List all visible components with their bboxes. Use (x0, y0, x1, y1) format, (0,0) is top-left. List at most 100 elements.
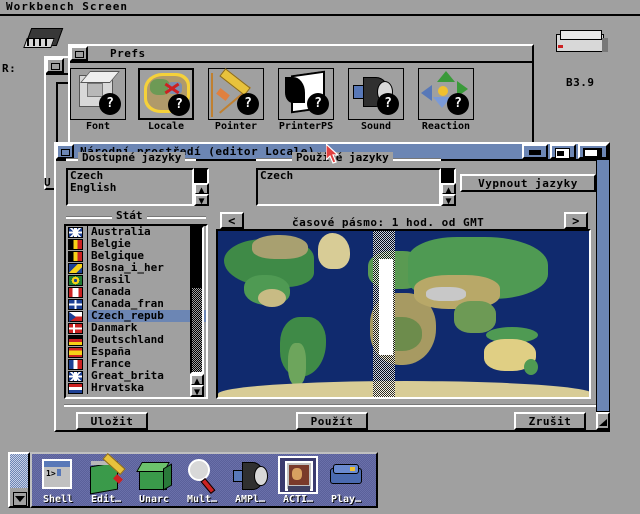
mouse-pointer (325, 142, 344, 166)
country-legend: Stát (112, 210, 147, 222)
reaction-icon: ? (418, 68, 474, 120)
spain-flag (68, 346, 83, 358)
bosnia-flag (68, 262, 83, 274)
cancel-button[interactable]: Zrušit (514, 412, 586, 430)
iconify-gadget[interactable] (522, 144, 548, 159)
australia-flag (68, 226, 83, 238)
ram-disk-label: R: (2, 62, 17, 75)
screen-title-bar[interactable]: Workbench Screen (0, 0, 640, 16)
dock-item-shell[interactable]: 1> Shell (36, 456, 80, 505)
shell-icon: 1> (38, 456, 78, 494)
collapse-arrow-icon[interactable] (13, 492, 27, 506)
country-row[interactable]: Deutschland (66, 334, 206, 346)
country-row[interactable]: Hrvatska (66, 382, 206, 394)
dock-item-label: ACTI… (282, 494, 314, 505)
country-row[interactable]: Australia (66, 226, 206, 238)
prefs-label-font: Font (85, 121, 111, 132)
dock-item-mult[interactable]: Mult… (180, 456, 224, 505)
canada-flag (68, 286, 83, 298)
dock-item-label: Unarc (138, 494, 170, 505)
locale-window[interactable]: Národní prostředí (editor Locale) Dostup… (54, 142, 610, 432)
czech-flag (68, 310, 83, 322)
prefs-label-printerps: PrinterPS (278, 121, 334, 132)
country-row[interactable]: España (66, 346, 206, 358)
prefs-icon-locale[interactable]: ? Locale (136, 68, 196, 133)
used-languages-list[interactable]: Czech (256, 168, 441, 206)
prefs-titlebar[interactable]: Prefs (70, 46, 532, 63)
apply-label: Použít (310, 414, 354, 428)
available-scroll-down-arrow[interactable]: ▼ (194, 194, 209, 207)
available-languages-list[interactable]: Czech English (66, 168, 194, 206)
prefs-icon-pointer[interactable]: ? Pointer (206, 68, 266, 133)
country-list[interactable]: Australia Belgie Belgique Bosna_i_her Brasil… (64, 224, 208, 399)
dock-item-label: Play… (330, 494, 362, 505)
country-label: Hrvatska (87, 382, 206, 394)
dock-item-label: AMPl… (234, 494, 266, 505)
locale-close-gadget[interactable] (56, 144, 74, 159)
prefs-label-sound: Sound (360, 121, 392, 132)
close-gadget[interactable] (46, 58, 64, 73)
list-item[interactable]: English (68, 182, 192, 194)
prefs-icon-reaction[interactable]: ? Reaction (416, 68, 476, 133)
quebec-flag (68, 298, 83, 310)
dock-item-play[interactable]: Play… (324, 456, 368, 505)
prefs-label-reaction: Reaction (421, 121, 471, 132)
country-row[interactable]: Brasil (66, 274, 206, 286)
croatia-flag (68, 382, 83, 394)
dock-collapse-panel[interactable] (8, 452, 30, 508)
bottom-separator (64, 404, 596, 407)
floppy-drive-icon[interactable] (552, 30, 612, 58)
country-row[interactable]: Bosna_i_her (66, 262, 206, 274)
dock-item-label: Mult… (186, 494, 218, 505)
timezone-label: časové pásmo: 1 hod. od GMT (292, 216, 485, 229)
dock-item-label: Shell (42, 494, 74, 505)
ram-disk-icon[interactable] (20, 24, 68, 52)
apply-button[interactable]: Použít (296, 412, 368, 430)
background-window-label: U (44, 176, 52, 189)
list-item[interactable]: Czech (258, 170, 439, 182)
country-scrollbar[interactable] (190, 226, 204, 374)
printer-ps-icon: ? (278, 68, 334, 120)
save-button[interactable]: Uložit (76, 412, 148, 430)
zoom-gadget[interactable] (578, 144, 608, 159)
locale-window-right-scroll[interactable] (596, 159, 610, 412)
denmark-flag (68, 322, 83, 334)
save-label: Uložit (90, 414, 134, 428)
font-cube-icon: ? (70, 68, 126, 120)
floppy-drive-label: B3.9 (566, 76, 595, 89)
cancel-label: Zrušit (528, 414, 572, 428)
used-scroll-down-arrow[interactable]: ▼ (441, 194, 456, 207)
dock-item-acti[interactable]: ACTI… (276, 456, 320, 505)
magnifier-icon (182, 456, 222, 495)
disable-languages-button[interactable]: Vypnout jazyky (460, 174, 596, 192)
prefs-icon-printerps[interactable]: ? PrinterPS (276, 68, 336, 133)
prefs-label-locale: Locale (147, 121, 185, 132)
pointer-pen-icon: ? (208, 68, 264, 120)
belgium-flag (68, 238, 83, 250)
prefs-close-gadget[interactable] (70, 46, 88, 61)
resize-gadget[interactable] (596, 412, 610, 430)
dock-item-unarc[interactable]: Unarc (132, 456, 176, 505)
dock-item-label: Edit… (90, 494, 122, 505)
locale-map-icon: ? (138, 68, 194, 120)
prefs-title: Prefs (110, 47, 146, 60)
germany-flag (68, 334, 83, 346)
unarc-box-icon (134, 456, 174, 494)
prefs-icon-sound[interactable]: ? Sound (346, 68, 406, 133)
brazil-flag (68, 274, 83, 286)
editor-icon (86, 452, 126, 495)
depth-gadget[interactable] (550, 144, 576, 159)
dock-item-ampl[interactable]: AMPl… (228, 456, 272, 505)
dock-bar[interactable]: 1> Shell Edit… Unarc Mult… AMPl… ACTI… Play… (30, 452, 378, 508)
move-language-button[interactable]: < (220, 212, 244, 229)
disk-icon (326, 456, 366, 494)
timezone-next-button[interactable]: > (564, 212, 588, 229)
workbench-screen: Workbench Screen R: B3.9 U Prefs ? Font … (0, 0, 640, 514)
speaker-icon (230, 456, 270, 494)
dock-item-edit[interactable]: Edit… (84, 452, 128, 505)
prefs-icon-font[interactable]: ? Font (68, 68, 128, 133)
screen-title-label: Workbench Screen (6, 0, 128, 13)
country-scroll-down-arrow[interactable]: ▼ (190, 385, 204, 398)
sound-speaker-icon: ? (348, 68, 404, 120)
world-timezone-map[interactable] (216, 229, 591, 399)
